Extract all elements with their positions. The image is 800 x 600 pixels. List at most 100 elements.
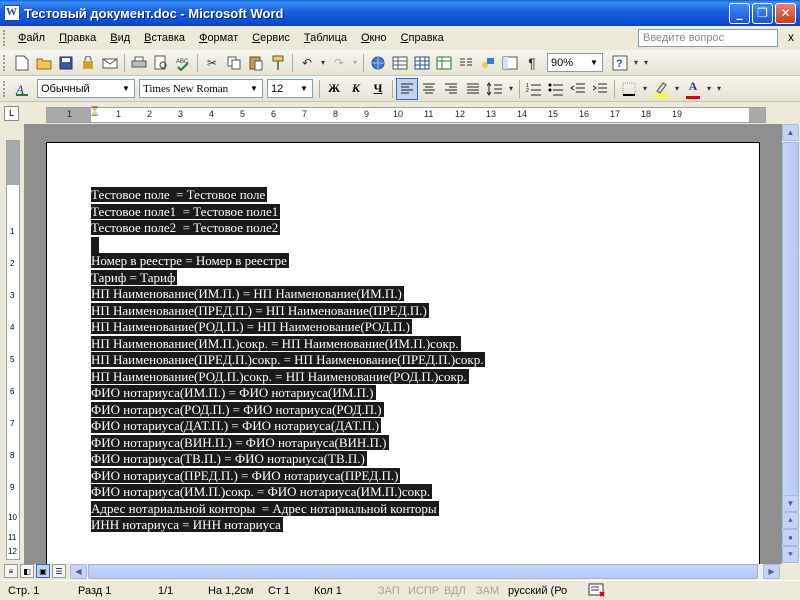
indent-marker-icon[interactable]: ⏳ — [89, 106, 100, 117]
document-line[interactable]: НП Наименование(ПРЕД.П.)сокр. = НП Наиме… — [91, 352, 486, 369]
help-question-input[interactable]: Введите вопрос — [638, 29, 778, 47]
save-icon[interactable] — [55, 52, 77, 74]
word-app-icon[interactable]: W — [4, 5, 20, 21]
document-line[interactable]: Тестовое поле1 = Тестовое поле1 — [91, 203, 485, 221]
status-column[interactable]: Кол 1 — [314, 585, 342, 597]
document-line[interactable]: Адрес нотариальной конторы = Адрес нотар… — [91, 500, 485, 518]
status-page[interactable]: Стр. 1 — [8, 585, 39, 597]
permission-icon[interactable] — [77, 52, 99, 74]
menu-insert[interactable]: Вставка — [137, 29, 192, 47]
borders-dropdown-icon[interactable]: ▾ — [640, 78, 650, 100]
underline-button[interactable]: Ч — [367, 78, 389, 100]
open-folder-icon[interactable] — [33, 52, 55, 74]
copy-icon[interactable] — [223, 52, 245, 74]
horizontal-ruler[interactable]: ⏳ 1 1 2 3 4 5 6 7 8 9 10 11 12 13 14 15 … — [46, 106, 766, 123]
chevron-down-icon[interactable]: ▼ — [247, 81, 261, 96]
document-line[interactable]: ФИО нотариуса(РОД.П.) = ФИО нотариуса(РО… — [91, 401, 485, 419]
status-record-macro[interactable]: ЗАП — [378, 585, 400, 597]
vertical-ruler[interactable]: 1 2 3 4 5 6 7 8 9 10 11 12 — [6, 140, 20, 560]
redo-icon[interactable]: ↷ — [328, 52, 350, 74]
status-track-changes[interactable]: ИСПР — [408, 585, 439, 597]
document-line[interactable]: ФИО нотариуса(ВИН.П.) = ФИО нотариуса(ВИ… — [91, 434, 485, 452]
status-language[interactable]: русский (Ро — [508, 585, 567, 597]
document-line[interactable]: ИНН нотариуса = ИНН нотариуса — [91, 517, 485, 534]
show-hide-formatting-icon[interactable]: ¶ — [521, 52, 543, 74]
chevron-down-icon[interactable]: ▼ — [587, 55, 601, 70]
align-left-icon[interactable] — [396, 77, 418, 100]
numbering-icon[interactable]: 12 — [523, 78, 545, 100]
menu-help[interactable]: Справка — [394, 29, 451, 47]
insert-table-icon[interactable] — [411, 52, 433, 74]
styles-pane-icon[interactable]: A — [11, 78, 33, 100]
close-button[interactable]: ✕ — [775, 2, 796, 24]
document-line[interactable]: ФИО нотариуса(ПРЕД.П.) = ФИО нотариуса(П… — [91, 467, 485, 485]
insert-excel-icon[interactable] — [433, 52, 455, 74]
font-color-dropdown-icon[interactable]: ▾ — [704, 78, 714, 100]
normal-view-icon[interactable]: ≡ — [4, 564, 18, 578]
print-icon[interactable] — [128, 52, 150, 74]
toolbar-grip[interactable] — [3, 80, 7, 97]
email-icon[interactable] — [99, 52, 121, 74]
status-position[interactable]: На 1,2см — [208, 585, 253, 597]
horizontal-scrollbar[interactable]: ◀ ▶ — [70, 564, 780, 580]
menu-edit[interactable]: Правка — [52, 29, 103, 47]
status-overtype[interactable]: ЗАМ — [476, 585, 499, 597]
chevron-down-icon[interactable]: ▼ — [297, 81, 311, 96]
undo-dropdown-icon[interactable]: ▾ — [318, 52, 328, 74]
chevron-down-icon[interactable]: ▼ — [119, 81, 133, 96]
document-line[interactable]: Тариф = Тариф — [91, 269, 485, 287]
cut-icon[interactable]: ✂ — [201, 52, 223, 74]
font-dropdown[interactable]: Times New Roman ▼ — [139, 79, 263, 98]
increase-indent-icon[interactable] — [589, 78, 611, 100]
highlight-dropdown-icon[interactable]: ▾ — [672, 78, 682, 100]
menu-window[interactable]: Окно — [354, 29, 394, 47]
scroll-up-icon[interactable]: ▲ — [782, 124, 799, 141]
document-line[interactable]: Тестовое поле2 = Тестовое поле2 — [91, 220, 485, 237]
scroll-left-icon[interactable]: ◀ — [70, 564, 87, 579]
borders-icon[interactable] — [618, 78, 640, 100]
spelling-status-icon[interactable] — [588, 583, 610, 600]
toolbar-options-icon[interactable]: ▾ — [641, 52, 651, 74]
new-document-icon[interactable] — [11, 52, 33, 74]
menu-format[interactable]: Формат — [192, 29, 245, 47]
highlight-icon[interactable] — [650, 78, 672, 100]
print-preview-icon[interactable] — [150, 52, 172, 74]
decrease-indent-icon[interactable] — [567, 78, 589, 100]
print-layout-icon[interactable]: ▣ — [36, 564, 50, 578]
redo-dropdown-icon[interactable]: ▾ — [350, 52, 360, 74]
paste-icon[interactable] — [245, 52, 267, 74]
document-line[interactable]: НП Наименование(РОД.П.)сокр. = НП Наимен… — [91, 368, 485, 386]
drawing-icon[interactable] — [477, 52, 499, 74]
document-body[interactable]: Тестовое поле = Тестовое поле Тестовое п… — [91, 187, 486, 534]
minimize-button[interactable]: _ — [729, 2, 750, 24]
help-dropdown-icon[interactable]: ▾ — [631, 52, 641, 74]
help-icon[interactable]: ? — [609, 52, 631, 74]
document-line[interactable]: НП Наименование(ИМ.П.)сокр. = НП Наимено… — [91, 335, 485, 353]
horizontal-scroll-thumb[interactable] — [88, 564, 758, 579]
undo-icon[interactable]: ↶ — [296, 52, 318, 74]
web-layout-icon[interactable]: ◧ — [20, 564, 34, 578]
align-right-icon[interactable] — [440, 78, 462, 100]
document-line[interactable]: НП Наименование(ИМ.П.) = НП Наименование… — [91, 286, 485, 303]
browse-object-icon[interactable]: ● — [782, 529, 799, 546]
columns-icon[interactable] — [455, 52, 477, 74]
menu-tools[interactable]: Сервис — [245, 29, 297, 47]
zoom-dropdown[interactable]: 90% ▼ — [547, 53, 603, 72]
bold-button[interactable]: Ж — [323, 78, 345, 100]
line-spacing-dropdown-icon[interactable]: ▾ — [506, 78, 516, 100]
scroll-right-icon[interactable]: ▶ — [763, 564, 780, 579]
vertical-scrollbar[interactable]: ▲ ▼ ⯅ ● ⯆ — [782, 124, 800, 564]
hyperlink-icon[interactable] — [367, 52, 389, 74]
previous-page-icon[interactable]: ⯅ — [782, 512, 799, 529]
align-center-icon[interactable] — [418, 78, 440, 100]
document-line[interactable]: ФИО нотариуса(ИМ.П.)сокр. = ФИО нотариус… — [91, 484, 485, 501]
style-dropdown[interactable]: Обычный ▼ — [37, 79, 135, 98]
document-page[interactable]: Тестовое поле = Тестовое поле Тестовое п… — [46, 142, 760, 564]
toolbar-options-icon[interactable]: ▾ — [714, 78, 724, 100]
vertical-scroll-thumb[interactable] — [782, 142, 799, 512]
restore-button[interactable]: ❐ — [752, 2, 773, 24]
document-line[interactable]: ФИО нотариуса(ДАТ.П.) = ФИО нотариуса(ДА… — [91, 418, 485, 435]
font-size-dropdown[interactable]: 12 ▼ — [267, 79, 313, 98]
bullets-icon[interactable] — [545, 78, 567, 100]
document-line[interactable]: ФИО нотариуса(ТВ.П.) = ФИО нотариуса(ТВ.… — [91, 451, 485, 468]
